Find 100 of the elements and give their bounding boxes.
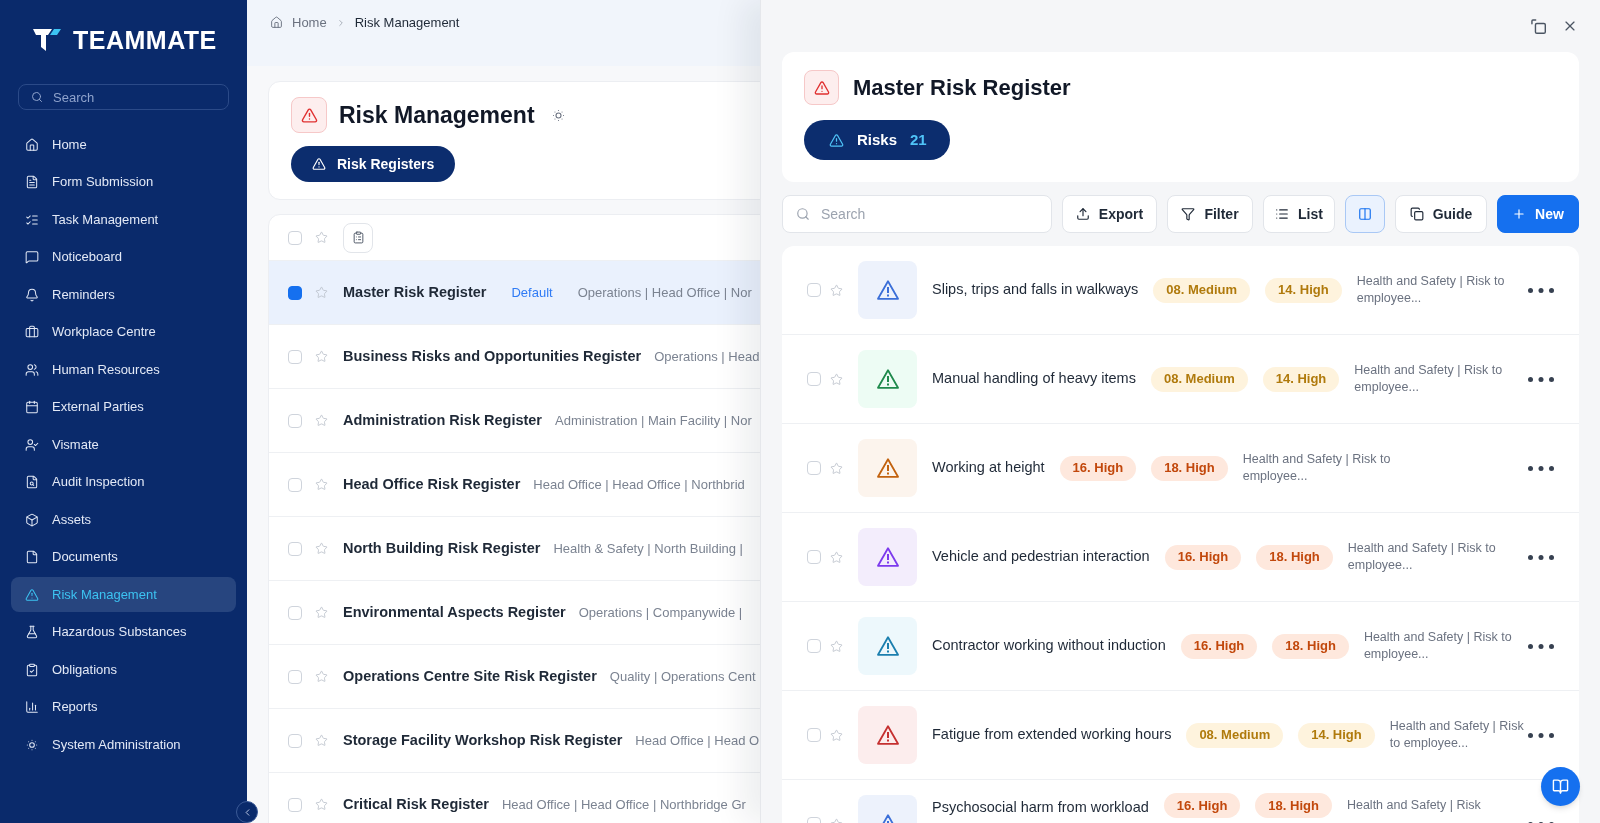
guide-button[interactable]: Guide — [1395, 195, 1487, 233]
star-icon[interactable] — [830, 639, 843, 653]
list-view-button[interactable]: List — [1263, 195, 1335, 233]
warning-icon — [804, 70, 839, 105]
nav-item[interactable]: External Parties — [11, 389, 236, 425]
risk-description: Health and Safety | Risk to employee... — [1354, 362, 1504, 396]
star-icon[interactable] — [830, 372, 843, 386]
star-icon[interactable] — [315, 231, 328, 244]
nav-item[interactable]: Reports — [11, 689, 236, 725]
flask-icon — [25, 625, 39, 639]
star-icon[interactable] — [315, 350, 328, 363]
risk-rating: 18. High — [1255, 793, 1332, 818]
star-icon[interactable] — [315, 542, 328, 555]
bar-chart-icon — [25, 700, 39, 714]
nav-item[interactable]: Noticeboard — [11, 239, 236, 275]
ellipsis-icon — [1528, 287, 1554, 293]
nav-item[interactable]: Documents — [11, 539, 236, 575]
nav-item[interactable]: Human Resources — [11, 352, 236, 387]
home-icon[interactable] — [270, 16, 283, 29]
risk-rating: 16. High — [1059, 455, 1137, 481]
nav-item[interactable]: Home — [11, 127, 236, 162]
cube-icon — [25, 512, 39, 527]
nav-item[interactable]: Form Submission — [11, 164, 236, 200]
breadcrumb-current: Risk Management — [354, 15, 460, 31]
ellipsis-icon — [1528, 732, 1554, 738]
star-icon[interactable] — [315, 286, 328, 299]
collapse-sidebar-button[interactable] — [236, 801, 258, 823]
risk-rating: 14. High — [1265, 277, 1342, 303]
risk-rating: 08. Medium — [1186, 722, 1284, 748]
risk-title: Working at height — [932, 458, 1045, 478]
tab[interactable]: Risk Registers — [291, 146, 456, 182]
search-field[interactable]: Search — [18, 84, 229, 110]
star-icon[interactable] — [315, 734, 328, 747]
ellipsis-icon — [1528, 376, 1554, 382]
warning-icon — [291, 97, 327, 133]
file-icon — [25, 550, 39, 564]
star-icon[interactable] — [830, 550, 843, 564]
risk-rating: 14. High — [1262, 366, 1340, 392]
register-name: North Building Risk Register — [343, 538, 541, 558]
risk-title: Psychosocial harm from workload — [932, 798, 1149, 817]
breadcrumb-link[interactable]: Home — [292, 15, 327, 31]
register-details: Head Office | Head Office | Northbrid — [533, 475, 745, 494]
briefcase-icon — [25, 325, 39, 339]
export-button[interactable]: Export — [1062, 195, 1157, 233]
user-check-icon — [25, 437, 39, 452]
risk-title: Fatigue from extended working hours — [932, 725, 1172, 745]
nav-item[interactable]: Risk Management — [11, 577, 236, 612]
risk-rating: 16. High — [1164, 544, 1242, 570]
funnel-icon — [1181, 207, 1196, 221]
settings-icon[interactable] — [550, 107, 566, 123]
risk-title: Vehicle and pedestrian interaction — [932, 547, 1150, 567]
clipboard-button[interactable] — [343, 222, 373, 253]
new-button[interactable]: New — [1497, 195, 1579, 233]
document-icon — [25, 175, 39, 189]
columns-icon — [1358, 207, 1372, 221]
risk-title: Slips, trips and falls in walkways — [932, 280, 1139, 300]
star-icon[interactable] — [315, 798, 328, 811]
nav-item[interactable]: Assets — [11, 502, 236, 537]
checklist-icon — [25, 212, 39, 227]
nav-item[interactable]: Task Management — [11, 202, 236, 237]
checkbox[interactable] — [288, 285, 302, 300]
register-details: Administration | Main Facility | Nor — [555, 411, 752, 430]
risk-title: Contractor working without induction — [932, 636, 1166, 656]
register-name: Master Risk Register — [343, 282, 487, 302]
clipboard-check-icon — [25, 662, 39, 677]
nav-item[interactable]: Reminders — [11, 277, 236, 312]
register-name: Administration Risk Register — [343, 410, 542, 430]
star-icon[interactable] — [315, 606, 328, 619]
tab[interactable]: Risks 21 — [804, 120, 950, 160]
nav-item[interactable]: System Administration — [11, 727, 236, 762]
risk-description: Health and Safety | Risk to employee... — [1389, 718, 1525, 752]
register-details: Quality | Operations Cent — [609, 667, 756, 686]
register-name: Critical Risk Register — [343, 794, 489, 814]
star-icon[interactable] — [830, 728, 843, 742]
risk-description: Health and Safety | Risk to employee... — [1356, 273, 1506, 307]
register-name: Storage Facility Workshop Risk Register — [343, 730, 623, 750]
ellipsis-icon — [1528, 465, 1554, 471]
star-icon[interactable] — [315, 670, 328, 683]
nav-item[interactable]: Hazardous Substances — [11, 614, 236, 650]
clipboard-icon — [351, 231, 365, 244]
ellipsis-icon — [1528, 643, 1554, 649]
nav-item[interactable]: Workplace Centre — [11, 314, 236, 350]
star-icon[interactable] — [830, 461, 843, 475]
nav-item[interactable]: Audit Inspection — [11, 464, 236, 500]
register-details: Operations | Head Office | Nor — [577, 283, 752, 302]
risk-rating: 18. High — [1256, 544, 1333, 570]
expand-icon[interactable] — [1531, 18, 1546, 34]
split-view-toggle[interactable] — [1345, 195, 1385, 233]
star-icon[interactable] — [315, 478, 328, 491]
warning-icon — [25, 587, 39, 602]
register-details: Health & Safety | North Building | — [553, 539, 743, 558]
star-icon[interactable] — [315, 414, 328, 427]
star-icon[interactable] — [830, 283, 843, 297]
filter-button[interactable]: Filter — [1167, 195, 1253, 233]
nav-item[interactable]: Vismate — [11, 427, 236, 462]
upload-icon — [1075, 207, 1090, 221]
nav-item[interactable]: Obligations — [11, 652, 236, 687]
register-row[interactable]: Master Risk Register Default Operations | Head Office | Nor — [269, 260, 760, 324]
risk-description: Health and Safety | Risk — [1346, 797, 1482, 814]
logo-icon — [33, 29, 61, 51]
